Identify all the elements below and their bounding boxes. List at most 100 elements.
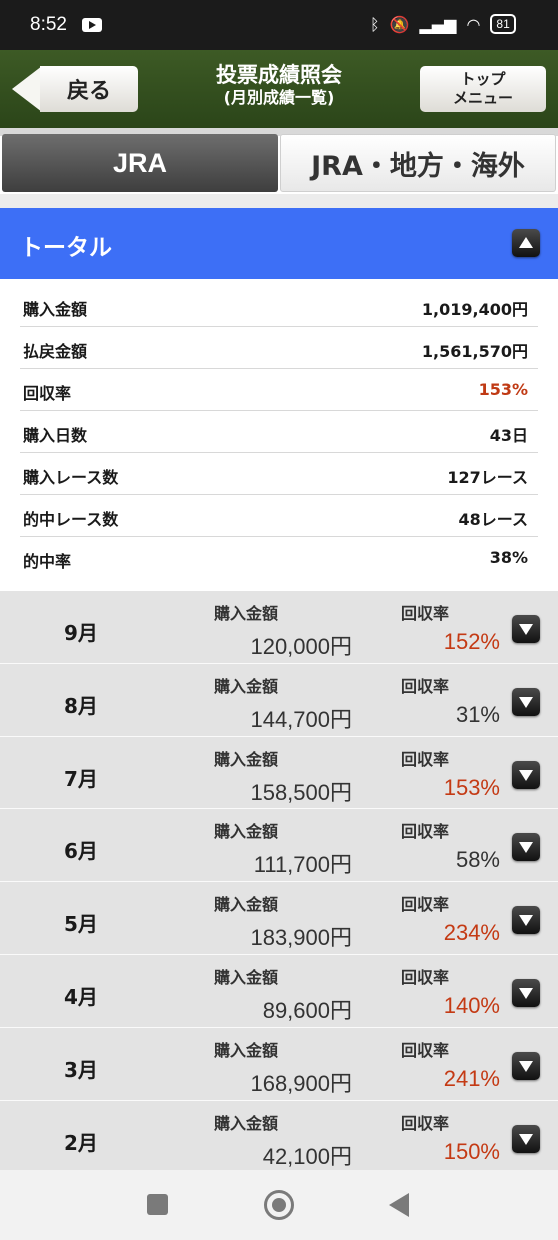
month-amount: 111,700円: [253, 852, 352, 878]
expand-down-icon[interactable]: [512, 833, 540, 862]
expand-down-icon[interactable]: [512, 1124, 540, 1153]
recents-square-icon[interactable]: [147, 1194, 168, 1215]
month-label: 6月: [64, 839, 98, 864]
top-menu-label-line1: トップ: [460, 70, 506, 88]
stat-label: 的中率: [23, 552, 72, 571]
amount-label: 購入金額: [214, 1040, 279, 1060]
rate-label: 回収率: [401, 1040, 450, 1060]
amount-label: 購入金額: [214, 604, 279, 623]
total-stats: 購入金額 1,019,400円 払戻金額 1,561,570円 回収率 153%…: [0, 285, 558, 579]
month-amount: 183,900円: [250, 925, 352, 951]
month-row[interactable]: 2月 購入金額 回収率 42,100円 150%: [0, 1100, 558, 1174]
month-rate: 150%: [443, 1138, 500, 1164]
top-menu-button[interactable]: トップ メニュー: [420, 66, 546, 112]
section-gap: [0, 194, 558, 208]
expand-down-icon[interactable]: [512, 906, 540, 935]
month-label: 4月: [64, 984, 98, 1009]
rate-label: 回収率: [401, 676, 450, 696]
signal-icon: ▂▄▆: [419, 14, 457, 34]
total-title: トータル: [20, 235, 112, 261]
month-label: 9月: [64, 621, 98, 645]
page-title: 投票成績照会 (月別成績一覧): [160, 62, 398, 108]
month-rate: 152%: [443, 629, 500, 654]
amount-label: 購入金額: [214, 749, 279, 769]
month-rate: 140%: [443, 992, 500, 1018]
month-amount: 120,000円: [250, 634, 352, 659]
month-label: 5月: [64, 912, 98, 937]
expand-down-icon[interactable]: [512, 1051, 540, 1080]
month-label: 2月: [64, 1130, 98, 1155]
stat-label: 購入日数: [23, 426, 88, 445]
status-icons: ᛒ 🔕 ▂▄▆ ◠ 81: [370, 14, 516, 34]
expand-down-icon[interactable]: [512, 687, 540, 716]
stat-label: 購入金額: [23, 300, 88, 319]
stat-row-purchase-days: 購入日数 43日: [20, 411, 538, 453]
month-rate: 153%: [443, 774, 500, 800]
back-button-label: 戻る: [40, 66, 138, 112]
back-triangle-icon[interactable]: [389, 1193, 409, 1217]
stat-value: 43日: [489, 426, 528, 445]
month-row[interactable]: 7月 購入金額 回収率 158,500円 153%: [0, 736, 558, 810]
month-label: 8月: [64, 693, 98, 718]
month-rate: 58%: [455, 847, 500, 873]
youtube-icon: [82, 18, 102, 32]
month-amount: 42,100円: [262, 1143, 352, 1169]
total-section-header[interactable]: トータル: [0, 208, 558, 279]
page-subtitle: (月別成績一覧): [223, 88, 335, 107]
amount-label: 購入金額: [214, 967, 279, 987]
month-row[interactable]: 3月 購入金額 回収率 168,900円 241%: [0, 1027, 558, 1101]
rate-label: 回収率: [401, 604, 450, 623]
stat-value: 153%: [478, 380, 528, 399]
stat-label: 的中レース数: [23, 510, 119, 529]
month-row[interactable]: 6月 購入金額 回収率 111,700円 58%: [0, 809, 558, 883]
month-amount: 158,500円: [250, 779, 352, 805]
month-row[interactable]: 8月 購入金額 回収率 144,700円 31%: [0, 663, 558, 737]
mute-icon: 🔕: [389, 14, 410, 34]
stat-value: 48レース: [458, 510, 528, 529]
system-nav-bar: [0, 1170, 558, 1240]
back-arrow-icon: [12, 66, 42, 112]
stat-label: 払戻金額: [23, 342, 88, 361]
rate-label: 回収率: [401, 749, 450, 769]
expand-down-icon[interactable]: [512, 615, 540, 643]
rate-label: 回収率: [401, 1113, 450, 1133]
tab-jra-local-overseas[interactable]: JRA・地方・海外: [280, 134, 556, 192]
home-circle-icon[interactable]: [264, 1190, 294, 1220]
app-header: 戻る 投票成績照会 (月別成績一覧) トップ メニュー: [0, 50, 558, 128]
back-button[interactable]: 戻る: [12, 66, 138, 112]
stat-value: 1,561,570円: [421, 342, 528, 361]
month-label: 7月: [64, 766, 98, 791]
expand-down-icon[interactable]: [512, 760, 540, 789]
status-time: 8:52: [30, 14, 67, 35]
battery-icon: 81: [490, 14, 516, 34]
status-bar: 8:52 ᛒ 🔕 ▂▄▆ ◠ 81: [0, 0, 558, 50]
tab-jra[interactable]: JRA: [2, 134, 278, 192]
month-row[interactable]: 5月 購入金額 回収率 183,900円 234%: [0, 882, 558, 955]
stat-row-payout-amount: 払戻金額 1,561,570円: [20, 327, 538, 369]
stat-row-hit-races: 的中レース数 48レース: [20, 495, 538, 537]
amount-label: 購入金額: [214, 822, 279, 842]
stat-label: 購入レース数: [23, 468, 119, 487]
rate-label: 回収率: [401, 967, 450, 987]
month-rate: 31%: [455, 701, 500, 727]
month-amount: 168,900円: [250, 1070, 352, 1096]
wifi-icon: ◠: [466, 14, 481, 34]
bluetooth-icon: ᛒ: [370, 14, 380, 34]
month-amount: 144,700円: [250, 706, 352, 732]
stat-label: 回収率: [23, 384, 72, 403]
top-menu-label-line2: メニュー: [452, 89, 513, 107]
expand-down-icon[interactable]: [512, 978, 540, 1007]
page-title-main: 投票成績照会: [216, 63, 342, 87]
month-row[interactable]: 4月 購入金額 回収率 89,600円 140%: [0, 954, 558, 1028]
month-amount: 89,600円: [262, 997, 352, 1023]
amount-label: 購入金額: [214, 676, 279, 696]
stat-row-purchase-amount: 購入金額 1,019,400円: [20, 285, 538, 327]
stat-value: 1,019,400円: [421, 300, 528, 319]
stat-value: 38%: [489, 548, 528, 567]
rate-label: 回収率: [401, 895, 450, 915]
stat-row-hit-rate: 的中率 38%: [20, 537, 538, 579]
collapse-up-icon[interactable]: [512, 229, 540, 257]
stat-row-purchase-races: 購入レース数 127レース: [20, 453, 538, 495]
month-row[interactable]: 9月 購入金額 回収率 120,000円 152%: [0, 591, 558, 664]
monthly-list: 9月 購入金額 回収率 120,000円 152% 8月 購入金額 回収率 14…: [0, 591, 558, 1174]
